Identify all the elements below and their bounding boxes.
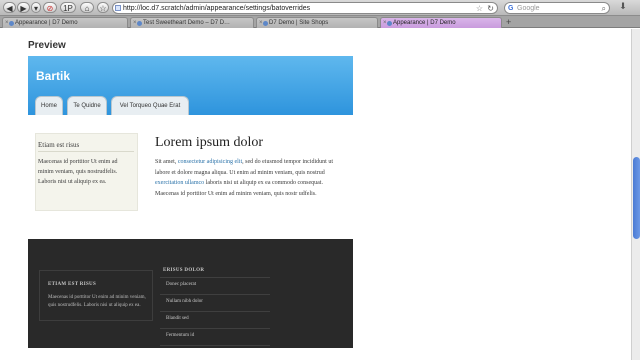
footer-menu-title: ERISUS DOLOR	[163, 268, 205, 273]
page-icon	[115, 5, 121, 11]
page-viewport: Preview Bartik Home Te Quidne Vel Torque…	[0, 29, 631, 360]
back-button[interactable]: ◀	[3, 2, 16, 13]
footer-menu-item[interactable]: Fermentum id	[166, 333, 194, 338]
menu-tab-te-quidne[interactable]: Te Quidne	[67, 96, 107, 115]
url-bar[interactable]: http://loc.d7.scratch/admin/appearance/s…	[112, 2, 498, 14]
menu-tab-vel-torqueo[interactable]: Vel Torqueo Quae Erat	[111, 96, 189, 115]
favicon-icon	[137, 21, 142, 26]
content-body: Sit amet, consectetur adipisicing elit, …	[155, 157, 345, 199]
tab-bar: × Appearance | D7 Demo × Test Sweetheart…	[0, 16, 640, 28]
forward-button[interactable]: ▶	[17, 2, 30, 13]
footer-menu-item[interactable]: Blandit sed	[166, 316, 189, 321]
content-link-2[interactable]: exercitation ullamco	[155, 180, 204, 186]
tab-site-shops[interactable]: × D7 Demo | Site Shops	[256, 17, 378, 28]
footer-block-text: Maecenas id porttitor Ut enim ad minim v…	[48, 295, 146, 308]
stop-icon[interactable]: ⊘	[43, 2, 57, 13]
browser-toolbar: ◀ ▶ ▾ ⊘ 1P ⌂ ☆ http://loc.d7.scratch/adm…	[0, 0, 640, 16]
reload-icon[interactable]: ↻	[487, 3, 494, 14]
home-icon[interactable]: ⌂	[80, 2, 94, 13]
downloads-icon[interactable]: ⬇	[616, 1, 630, 14]
close-icon[interactable]: ×	[383, 18, 387, 28]
content-link-1[interactable]: consectetur adipisicing elit	[178, 159, 242, 165]
sidebar-block-text: Maecenas id porttitor Ut enim ad minim v…	[38, 159, 118, 185]
search-placeholder: Google	[517, 5, 540, 12]
tab-label: D7 Demo | Site Shops	[269, 20, 329, 26]
divider	[160, 345, 270, 346]
tab-appearance-1[interactable]: × Appearance | D7 Demo	[2, 17, 128, 28]
tab-label: Test Sweetheart Demo – D7 D…	[143, 20, 231, 26]
footer-block-title: ETIAM EST RISUS	[48, 282, 97, 287]
new-tab-button[interactable]: +	[506, 17, 511, 27]
site-footer: ETIAM EST RISUS Maecenas id porttitor Ut…	[28, 239, 353, 348]
scrollbar-thumb[interactable]	[633, 157, 640, 239]
search-icon[interactable]: ⌕	[602, 3, 606, 14]
content-title: Lorem ipsum dolor	[155, 135, 264, 150]
divider	[38, 151, 134, 152]
bartik-preview: Bartik Home Te Quidne Vel Torqueo Quae E…	[28, 56, 353, 348]
close-icon[interactable]: ×	[5, 18, 9, 28]
tab-appearance-active[interactable]: × Appearance | D7 Demo	[380, 17, 502, 28]
footer-menu-item[interactable]: Donec placerat	[166, 282, 196, 287]
tab-sweetheart-demo[interactable]: × Test Sweetheart Demo – D7 D…	[130, 17, 254, 28]
google-icon: G	[508, 5, 514, 12]
tab-label: Appearance | D7 Demo	[393, 20, 456, 26]
onepassword-button[interactable]: 1P	[60, 2, 76, 13]
history-dropdown-button[interactable]: ▾	[31, 2, 41, 13]
close-icon[interactable]: ×	[133, 18, 137, 28]
tab-label: Appearance | D7 Demo	[15, 20, 78, 26]
favicon-icon	[387, 21, 392, 26]
divider	[160, 311, 270, 312]
divider	[160, 328, 270, 329]
site-header: Bartik Home Te Quidne Vel Torqueo Quae E…	[28, 56, 353, 115]
preview-heading: Preview	[28, 40, 66, 51]
sidebar-block-title: Etiam est risus	[38, 141, 80, 149]
site-name[interactable]: Bartik	[36, 69, 70, 83]
favicon-icon	[263, 21, 268, 26]
page-scrollbar[interactable]	[631, 29, 640, 360]
divider	[160, 277, 270, 278]
favicon-icon	[9, 21, 14, 26]
menu-tab-home[interactable]: Home	[35, 96, 63, 115]
star-icon[interactable]: ☆	[476, 3, 483, 14]
search-input[interactable]: G Google ⌕	[504, 2, 610, 14]
footer-menu-item[interactable]: Nullam nibh dolor	[166, 299, 203, 304]
close-icon[interactable]: ×	[259, 18, 263, 28]
divider	[160, 294, 270, 295]
body-text: Sit amet,	[155, 159, 178, 165]
bookmark-icon[interactable]: ☆	[97, 2, 109, 13]
url-text: http://loc.d7.scratch/admin/appearance/s…	[123, 5, 311, 12]
